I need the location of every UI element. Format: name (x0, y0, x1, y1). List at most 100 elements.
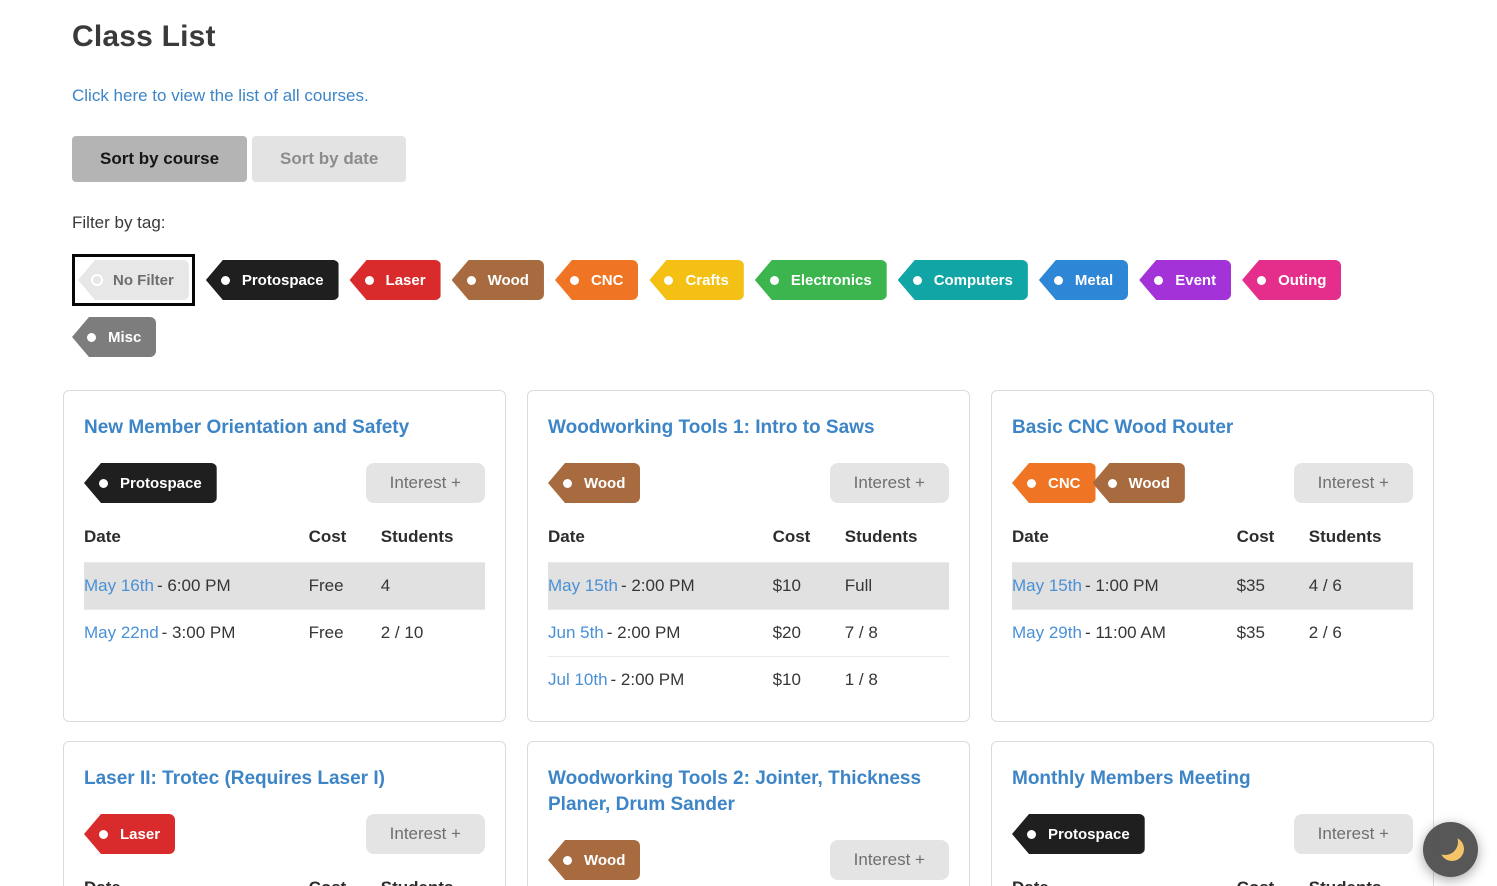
session-time: - 2:00 PM (611, 670, 685, 689)
session-cost: Free (309, 563, 381, 610)
tag-dot-icon (563, 479, 572, 488)
session-date-link[interactable]: May 29th (1012, 623, 1082, 642)
class-tag-list: CNC Wood (1012, 463, 1185, 503)
tag-dot-icon (87, 333, 96, 342)
filter-tag[interactable]: Event (1139, 260, 1231, 300)
tag-dot-icon (664, 276, 673, 285)
tag-shape: Wood (452, 260, 544, 300)
class-title-link[interactable]: Laser II: Trotec (Requires Laser I) (84, 766, 485, 792)
crescent-moon-icon (1423, 822, 1478, 877)
interest-button[interactable]: Interest + (366, 814, 485, 854)
sessions-table: Date Cost Students May 15th- 2:00 PM $10… (548, 525, 949, 703)
tag-dot-icon (1054, 276, 1063, 285)
session-students: 2 / 6 (1309, 610, 1413, 657)
tag-dot-icon (1027, 479, 1036, 488)
cost-column-header: Cost (309, 525, 381, 563)
class-tag: Protospace (84, 463, 217, 503)
tag-label: Event (1175, 272, 1216, 289)
filter-tag[interactable]: Crafts (649, 260, 743, 300)
session-date-link[interactable]: May 15th (548, 576, 618, 595)
dark-mode-toggle-button[interactable] (1423, 822, 1478, 877)
filter-tag[interactable]: Electronics (755, 260, 887, 300)
tag-shape: Laser (350, 260, 441, 300)
tag-label: Outing (1278, 272, 1326, 289)
filter-tag[interactable]: Misc (72, 317, 156, 357)
session-date-cell: May 29th- 11:00 AM (1012, 610, 1237, 657)
session-cost: $10 (773, 657, 845, 704)
filter-tag[interactable]: CNC (555, 260, 639, 300)
tag-label: Laser (386, 272, 426, 289)
tag-label: Wood (584, 475, 625, 492)
interest-button[interactable]: Interest + (1294, 463, 1413, 503)
class-tag-list: Protospace (84, 463, 217, 503)
card-actions-row: Protospace Interest + (84, 463, 485, 503)
class-tag: Wood (548, 840, 640, 880)
date-column-header: Date (1012, 525, 1237, 563)
tag-dot-icon (91, 274, 103, 286)
tag-shape: Metal (1039, 260, 1128, 300)
class-card: Laser II: Trotec (Requires Laser I) Lase… (63, 741, 506, 886)
class-title-link[interactable]: New Member Orientation and Safety (84, 415, 485, 441)
filter-tag[interactable]: Computers (898, 260, 1028, 300)
filter-tag-list: No Filter Protospace Laser Wood CNC Craf… (72, 254, 1425, 357)
class-tag-list: Wood (548, 840, 640, 880)
filter-tag[interactable]: Metal (1039, 260, 1128, 300)
sessions-header-row: Date Cost Students (84, 876, 485, 886)
class-tag: Protospace (1012, 814, 1145, 854)
class-tag: CNC (1012, 463, 1096, 503)
filter-tag[interactable]: Wood (452, 260, 544, 300)
interest-button[interactable]: Interest + (366, 463, 485, 503)
interest-button[interactable]: Interest + (830, 840, 949, 880)
class-card: Woodworking Tools 2: Jointer, Thickness … (527, 741, 970, 886)
class-tag-list: Protospace (1012, 814, 1145, 854)
sort-by-date-button[interactable]: Sort by date (252, 136, 406, 182)
class-tag-list: Wood (548, 463, 640, 503)
sessions-header-row: Date Cost Students (1012, 876, 1413, 886)
session-date-link[interactable]: May 22nd (84, 623, 159, 642)
tag-dot-icon (365, 276, 374, 285)
tag-label: Computers (934, 272, 1013, 289)
class-card: Woodworking Tools 1: Intro to Saws Wood … (527, 390, 970, 722)
tag-shape: Electronics (755, 260, 887, 300)
tag-dot-icon (99, 479, 108, 488)
sessions-table: Date Cost Students May 19th- 7:00 PM Fre… (1012, 876, 1413, 886)
tag-label: Electronics (791, 272, 872, 289)
session-row: May 16th- 6:00 PM Free 4 (84, 563, 485, 610)
sort-by-course-button[interactable]: Sort by course (72, 136, 247, 182)
tag-dot-icon (570, 276, 579, 285)
class-tag: Wood (1093, 463, 1185, 503)
session-date-link[interactable]: May 15th (1012, 576, 1082, 595)
filter-tag[interactable]: No Filter (72, 254, 195, 306)
filter-tag[interactable]: Protospace (206, 260, 339, 300)
session-students: 2 / 10 (381, 610, 485, 657)
tag-label: Protospace (120, 475, 202, 492)
session-date-link[interactable]: Jun 5th (548, 623, 604, 642)
session-row: May 29th- 11:00 AM $35 2 / 6 (1012, 610, 1413, 657)
tag-shape: No Filter (78, 260, 189, 300)
tag-label: CNC (1048, 475, 1081, 492)
card-actions-row: Wood Interest + (548, 463, 949, 503)
class-title-link[interactable]: Basic CNC Wood Router (1012, 415, 1413, 441)
class-title-link[interactable]: Woodworking Tools 2: Jointer, Thickness … (548, 766, 949, 818)
tag-label: Wood (488, 272, 529, 289)
session-time: - 2:00 PM (621, 576, 695, 595)
session-date-cell: Jul 10th- 2:00 PM (548, 657, 773, 704)
session-cost: $35 (1237, 563, 1309, 610)
interest-button[interactable]: Interest + (830, 463, 949, 503)
class-tag-list: Laser (84, 814, 175, 854)
students-column-header: Students (1309, 525, 1413, 563)
class-card: Monthly Members Meeting Protospace Inter… (991, 741, 1434, 886)
tag-label: Metal (1075, 272, 1113, 289)
cost-column-header: Cost (309, 876, 381, 886)
date-column-header: Date (1012, 876, 1237, 886)
filter-tag[interactable]: Outing (1242, 260, 1341, 300)
session-date-link[interactable]: May 16th (84, 576, 154, 595)
interest-button[interactable]: Interest + (1294, 814, 1413, 854)
tag-shape: Outing (1242, 260, 1341, 300)
tag-dot-icon (1108, 479, 1117, 488)
class-title-link[interactable]: Monthly Members Meeting (1012, 766, 1413, 792)
all-courses-link[interactable]: Click here to view the list of all cours… (72, 86, 1425, 106)
class-title-link[interactable]: Woodworking Tools 1: Intro to Saws (548, 415, 949, 441)
filter-tag[interactable]: Laser (350, 260, 441, 300)
session-date-link[interactable]: Jul 10th (548, 670, 608, 689)
